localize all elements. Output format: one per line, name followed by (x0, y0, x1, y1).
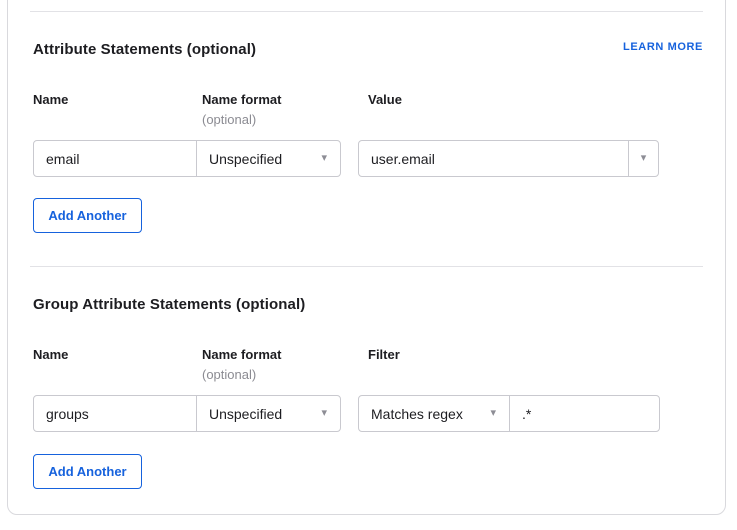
attribute-value-group: ▾ (358, 140, 659, 177)
saml-settings-card: Attribute Statements (optional) LEARN MO… (7, 0, 726, 515)
chevron-down-icon: ▾ (321, 408, 327, 419)
chevron-down-icon: ▾ (641, 153, 647, 164)
attribute-value-dropdown-toggle[interactable]: ▾ (628, 141, 658, 176)
column-header-name-format: Name format (202, 92, 281, 107)
column-header-name: Name (33, 347, 68, 362)
name-format-optional-hint: (optional) (202, 112, 256, 127)
learn-more-link[interactable]: LEARN MORE (623, 41, 703, 53)
column-header-name: Name (33, 92, 68, 107)
group-filter-group: Matches regex ▾ (358, 395, 660, 432)
attribute-statements-title: Attribute Statements (optional) (33, 41, 256, 58)
add-another-attribute-button[interactable]: Add Another (33, 198, 142, 233)
name-format-optional-hint: (optional) (202, 367, 256, 382)
attribute-name-format-selected: Unspecified (209, 151, 282, 167)
column-header-name-format: Name format (202, 347, 281, 362)
group-name-format-group: Unspecified ▾ (33, 395, 341, 432)
chevron-down-icon: ▾ (321, 153, 327, 164)
attribute-name-format-select[interactable]: Unspecified ▾ (196, 141, 340, 176)
section-divider-top (30, 11, 703, 12)
attribute-name-input[interactable] (34, 141, 196, 176)
group-name-format-selected: Unspecified (209, 406, 282, 422)
chevron-down-icon: ▾ (490, 408, 496, 419)
attribute-value-input[interactable] (359, 141, 628, 176)
column-header-filter: Filter (368, 347, 400, 362)
column-header-value: Value (368, 92, 402, 107)
attribute-name-format-group: Unspecified ▾ (33, 140, 341, 177)
group-attribute-statements-title: Group Attribute Statements (optional) (33, 296, 305, 313)
group-name-input[interactable] (34, 396, 196, 431)
add-another-group-attribute-button[interactable]: Add Another (33, 454, 142, 489)
group-filter-value-input[interactable] (509, 396, 659, 431)
section-divider-middle (30, 266, 703, 267)
group-name-format-select[interactable]: Unspecified ▾ (196, 396, 340, 431)
group-filter-type-selected: Matches regex (371, 406, 463, 422)
group-filter-type-select[interactable]: Matches regex ▾ (359, 396, 509, 431)
